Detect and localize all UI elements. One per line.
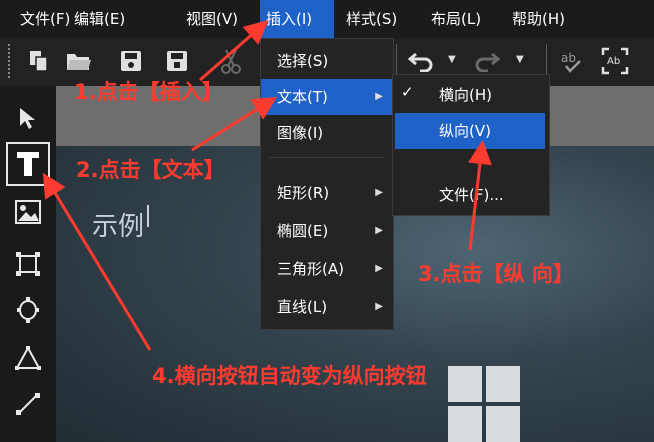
menu-item-rectangle-label: 矩形(R): [277, 184, 330, 202]
submenu-arrow-icon: ▶: [375, 225, 383, 236]
menu-item-ellipse-label: 椭圆(E): [277, 222, 329, 240]
menu-item-triangle-label: 三角形(A): [277, 260, 344, 278]
menu-style[interactable]: 样式(S): [340, 0, 403, 38]
toolbar-grip[interactable]: [8, 44, 14, 78]
select-arrow-icon[interactable]: [6, 96, 50, 140]
menu-item-image[interactable]: 图像(I): [261, 115, 393, 151]
redo-icon[interactable]: [470, 44, 504, 78]
image-tool-icon[interactable]: [6, 190, 50, 234]
menu-item-ellipse[interactable]: 椭圆(E) ▶: [261, 213, 393, 249]
submenu-arrow-icon: ▶: [375, 301, 383, 312]
menu-edit[interactable]: 编辑(E): [68, 0, 131, 38]
copy-icon[interactable]: [22, 44, 56, 78]
toolbar-separator: [396, 44, 397, 78]
menu-item-line-label: 直线(L): [277, 298, 328, 316]
text-submenu: ✓ 横向(H) 纵向(V) 文件(F)...: [392, 74, 550, 216]
save-icon[interactable]: [114, 44, 148, 78]
menu-item-select[interactable]: 选择(S): [261, 43, 393, 79]
menu-item-rectangle[interactable]: 矩形(R) ▶: [261, 175, 393, 211]
annotation-step3: 3.点击【纵 向】: [418, 262, 574, 286]
save-as-icon[interactable]: [160, 44, 194, 78]
window-logo-shape: [448, 366, 520, 442]
undo-icon[interactable]: [404, 44, 438, 78]
annotation-step4: 4.横向按钮自动变为纵向按钮: [152, 364, 427, 388]
spell-check-icon[interactable]: ab: [556, 44, 590, 78]
submenu-arrow-icon: ▶: [375, 187, 383, 198]
insert-menu: 选择(S) 文本(T) ▶ 图像(I) 矩形(R) ▶ 椭圆(E) ▶ 三角形(…: [260, 38, 394, 330]
redo-dropdown-icon[interactable]: ▼: [516, 54, 524, 65]
submenu-item-vertical[interactable]: 纵向(V): [395, 113, 545, 149]
menu-item-text[interactable]: 文本(T) ▶: [261, 79, 393, 115]
line-tool-icon[interactable]: [6, 382, 50, 426]
text-tool-icon[interactable]: [6, 142, 50, 186]
menu-item-line[interactable]: 直线(L) ▶: [261, 289, 393, 325]
menu-layout[interactable]: 布局(L): [425, 0, 487, 38]
svg-text:ab: ab: [561, 51, 576, 65]
open-folder-icon[interactable]: [62, 44, 96, 78]
sample-text[interactable]: 示例: [92, 206, 144, 243]
rectangle-tool-icon[interactable]: [6, 242, 50, 286]
menu-insert[interactable]: 插入(I): [260, 0, 334, 38]
cut-icon[interactable]: [214, 44, 248, 78]
text-frame-icon[interactable]: Ab: [598, 44, 632, 78]
submenu-item-horizontal[interactable]: 横向(H): [393, 77, 549, 113]
triangle-tool-icon[interactable]: [6, 336, 50, 380]
text-cursor: [147, 205, 149, 227]
menu-view[interactable]: 视图(V): [180, 0, 244, 38]
menu-bar: 文件(F) 编辑(E) 视图(V) 插入(I) 样式(S) 布局(L) 帮助(H…: [0, 0, 654, 38]
annotation-step2: 2.点击【文本】: [76, 158, 225, 182]
ellipse-tool-icon[interactable]: [6, 288, 50, 332]
tool-strip: [0, 86, 56, 442]
menu-item-triangle[interactable]: 三角形(A) ▶: [261, 251, 393, 287]
submenu-item-file[interactable]: 文件(F)...: [393, 177, 549, 213]
menu-item-text-label: 文本(T): [277, 88, 328, 106]
toolbar-separator: [546, 44, 547, 78]
menu-divider: [269, 157, 385, 158]
svg-text:Ab: Ab: [607, 56, 620, 67]
annotation-step1: 1.点击【插入】: [74, 80, 223, 104]
undo-dropdown-icon[interactable]: ▼: [448, 54, 456, 65]
submenu-arrow-icon: ▶: [375, 263, 383, 274]
submenu-arrow-icon: ▶: [375, 91, 383, 102]
menu-file[interactable]: 文件(F): [14, 0, 76, 38]
menu-help[interactable]: 帮助(H): [506, 0, 571, 38]
